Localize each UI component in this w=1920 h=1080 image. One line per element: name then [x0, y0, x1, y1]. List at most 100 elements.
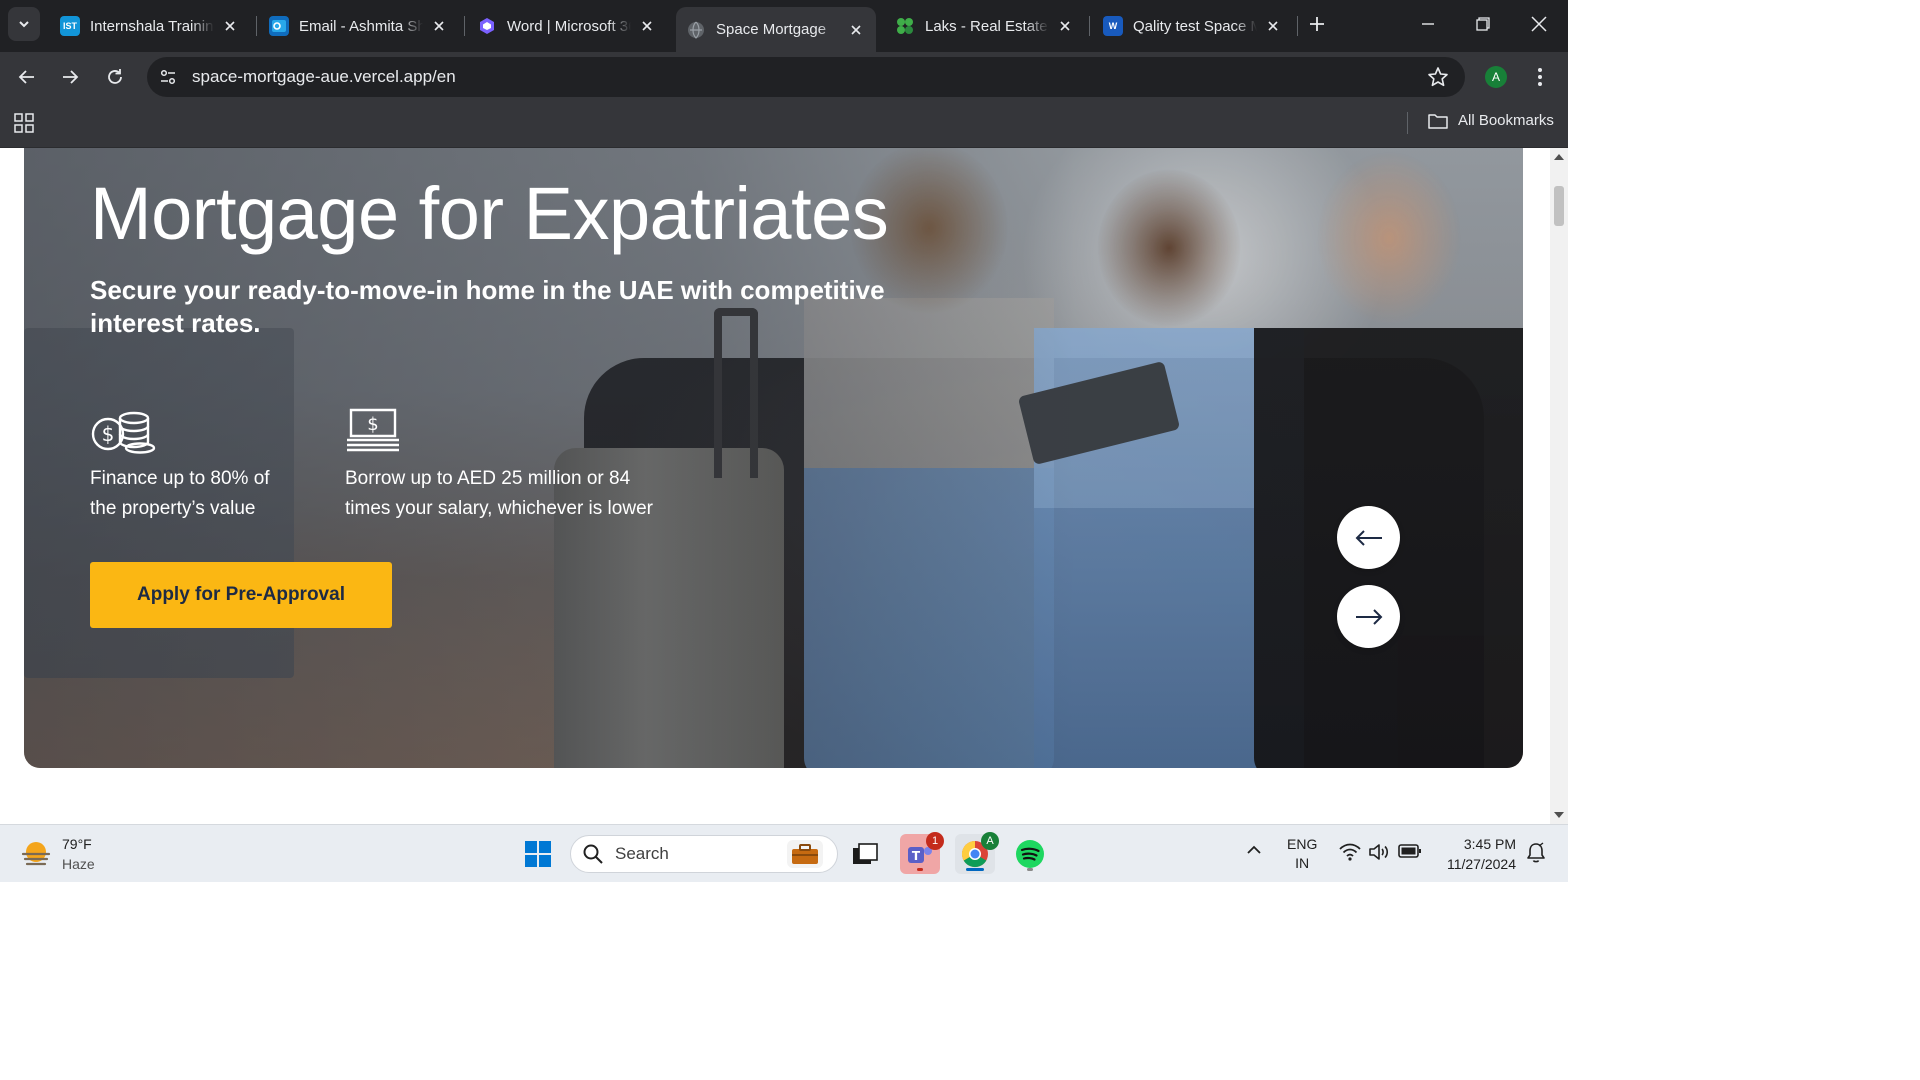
browser-toolbar: space-mortgage-aue.vercel.app/en A: [0, 52, 1568, 102]
show-hidden-icons-button[interactable]: [1246, 843, 1262, 862]
volume-icon[interactable]: [1368, 843, 1390, 866]
tab-title: Word | Microsoft 365: [507, 17, 631, 35]
hero-content: Mortgage for Expatriates Secure your rea…: [90, 168, 910, 628]
tab-title: Email - Ashmita Sharma: [299, 17, 423, 35]
scroll-down-arrow[interactable]: [1554, 812, 1564, 818]
spotify-icon: [1016, 840, 1044, 868]
folder-icon: [1428, 113, 1448, 129]
new-tab-button[interactable]: [1294, 6, 1340, 42]
scrollbar-thumb[interactable]: [1554, 186, 1564, 226]
clover-icon: [895, 16, 915, 36]
feature-list: $ Finance up to 80% of the property’s va…: [90, 408, 730, 528]
slider-prev-button[interactable]: [1337, 506, 1400, 569]
bookmarks-bar: All Bookmarks: [0, 102, 1568, 148]
scroll-up-arrow[interactable]: [1554, 154, 1564, 160]
forward-button[interactable]: [54, 61, 86, 93]
chevron-down-icon: [19, 21, 29, 28]
chrome-app[interactable]: A: [955, 832, 999, 874]
tab-separator: [464, 16, 465, 36]
feature-text-line: Finance up to 80% of: [90, 468, 270, 489]
feature-finance: $ Finance up to 80% of the property’s va…: [90, 408, 310, 524]
copilot-icon: [477, 16, 497, 36]
all-bookmarks-button[interactable]: All Bookmarks: [1428, 112, 1554, 129]
close-tab-icon[interactable]: [637, 16, 657, 36]
taskbar-search-box[interactable]: Search: [570, 835, 838, 873]
outlook-icon: [269, 16, 289, 36]
battery-icon[interactable]: [1398, 843, 1422, 864]
wifi-icon[interactable]: [1339, 843, 1361, 866]
arrow-left-icon: [18, 70, 34, 84]
input-language-indicator[interactable]: ENG IN: [1287, 835, 1317, 873]
minimize-button[interactable]: [1405, 6, 1451, 42]
tab-space-mortgage[interactable]: Space Mortgage: [676, 7, 876, 52]
hero-subtitle: Secure your ready-to-move-in home in the…: [90, 275, 885, 338]
close-tab-icon[interactable]: [1263, 16, 1283, 36]
close-tab-icon[interactable]: [1055, 16, 1075, 36]
notification-badge: 1: [926, 832, 944, 850]
feature-text-line: the property’s value: [90, 498, 256, 519]
tab-word[interactable]: Word | Microsoft 365: [467, 7, 667, 45]
search-highlight-icon: [787, 840, 823, 868]
windows-logo-icon: [525, 841, 551, 867]
apply-pre-approval-button[interactable]: Apply for Pre-Approval: [90, 562, 392, 628]
tab-quality-test[interactable]: W Qality test Space Mortgage: [1093, 7, 1293, 45]
restore-button[interactable]: [1460, 6, 1506, 42]
tab-laks[interactable]: Laks - Real Estate Mortgage: [885, 7, 1085, 45]
notification-bell-icon[interactable]: [1526, 842, 1546, 869]
feature-borrow: $ Borrow up to AED 25 million or 84 time…: [345, 408, 725, 524]
spotify-app[interactable]: [1010, 834, 1050, 874]
arrow-left-icon: [1355, 529, 1382, 546]
minimize-icon: [1422, 23, 1434, 25]
profile-avatar[interactable]: A: [1485, 66, 1507, 88]
close-icon: [1531, 16, 1547, 32]
task-view-icon: [853, 843, 878, 864]
clock-time: 3:45 PM: [1463, 836, 1516, 852]
tab-title: Laks - Real Estate Mortgage: [925, 17, 1049, 35]
weather-condition: Haze: [62, 856, 95, 872]
tab-title: Space Mortgage: [716, 21, 827, 38]
tab-separator: [1089, 16, 1090, 36]
teams-app[interactable]: T 1: [900, 832, 944, 874]
tab-separator: [256, 16, 257, 36]
svg-text:T: T: [912, 849, 921, 863]
address-bar[interactable]: space-mortgage-aue.vercel.app/en: [147, 57, 1465, 97]
svg-text:$: $: [367, 414, 378, 435]
svg-text:$: $: [102, 422, 115, 446]
chevron-up-icon: [1247, 845, 1261, 854]
start-button[interactable]: [518, 834, 558, 874]
bookmark-star-icon[interactable]: [1427, 66, 1449, 93]
slider-next-button[interactable]: [1337, 585, 1400, 648]
plus-icon: [1310, 17, 1324, 31]
close-tab-icon[interactable]: [429, 16, 449, 36]
apps-grid-icon[interactable]: [14, 113, 34, 138]
close-tab-icon[interactable]: [220, 16, 240, 36]
windows-taskbar: 79°F Haze Search T 1 A ENG IN 3:45 PM 11…: [0, 824, 1568, 882]
arrow-right-icon: [1355, 608, 1382, 625]
tab-internshala[interactable]: IST Internshala Training: [50, 7, 250, 45]
reload-button[interactable]: [99, 61, 131, 93]
page-scrollbar[interactable]: [1550, 148, 1568, 824]
feature-text-line: Borrow up to AED 25 million or 84: [345, 468, 631, 489]
restore-icon: [1476, 17, 1490, 31]
tab-email[interactable]: Email - Ashmita Sharma: [259, 7, 459, 45]
browser-menu-button[interactable]: [1528, 64, 1552, 90]
back-button[interactable]: [11, 61, 43, 93]
tab-search-button[interactable]: [8, 7, 40, 41]
weather-widget[interactable]: 79°F Haze: [20, 834, 95, 874]
coins-dollar-icon: $: [90, 408, 310, 456]
site-info-button[interactable]: [153, 62, 183, 92]
close-window-button[interactable]: [1516, 6, 1562, 42]
tune-icon: [160, 69, 176, 85]
tab-title: Qality test Space Mortgage: [1133, 17, 1257, 35]
region-code: IN: [1295, 855, 1310, 871]
language-code: ENG: [1287, 836, 1318, 852]
word-icon: W: [1103, 16, 1123, 36]
system-clock[interactable]: 3:45 PM 11/27/2024: [1432, 834, 1516, 874]
close-tab-icon[interactable]: [846, 20, 866, 40]
page-viewport: Mortgage for Expatriates Secure your rea…: [0, 148, 1568, 824]
url-text[interactable]: space-mortgage-aue.vercel.app/en: [192, 67, 456, 87]
arrow-right-icon: [63, 70, 79, 84]
task-view-button[interactable]: [845, 834, 885, 874]
bookmarks-separator: [1407, 112, 1408, 134]
weather-temperature: 79°F: [62, 836, 92, 852]
